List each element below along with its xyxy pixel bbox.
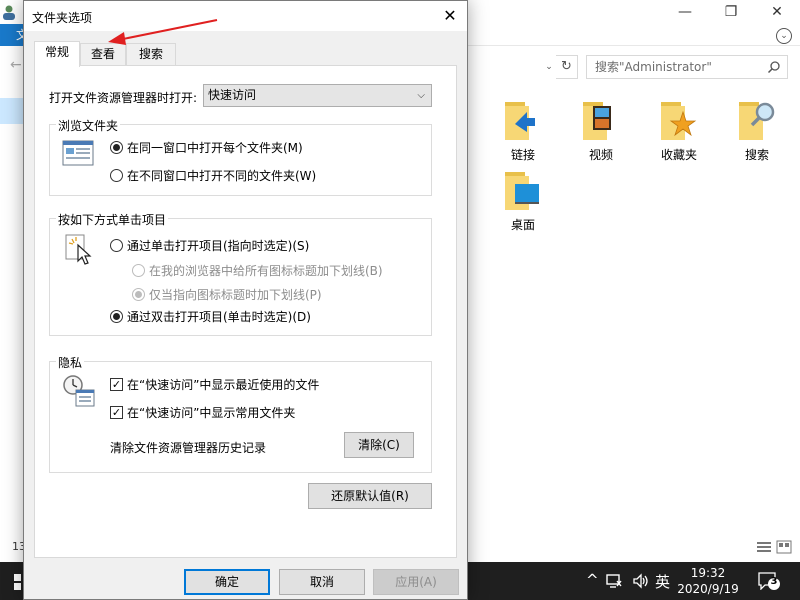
nav-pane-selected-item[interactable] [0,98,24,124]
user-folder-icon [3,5,15,20]
privacy-title: 隐私 [56,354,85,371]
checkbox-show-frequent-folders[interactable]: ✓ [110,406,123,419]
folder-links[interactable]: 链接 [488,96,558,163]
checkbox-show-recent-files[interactable]: ✓ [110,378,123,391]
show-recent-files-option[interactable]: ✓ 在“快速访问”中显示最近使用的文件 [110,376,319,393]
underline-hover-option: 仅当指向图标标题时加下划线(P) [132,286,322,303]
underline-all-option: 在我的浏览器中给所有图标标题加下划线(B) [132,262,383,279]
close-window-button[interactable]: ✕ [754,0,800,24]
links-folder-icon [505,102,535,140]
videos-folder-icon [583,102,611,140]
tab-view[interactable]: 查看 [80,43,126,65]
general-tab-panel: 打开文件资源管理器时打开: 快速访问 ⌵ 浏览文件夹 在同一窗口中打开每个文件夹… [34,65,457,558]
notification-count: 3 [770,576,778,587]
radio-double-click[interactable] [110,310,123,323]
searches-folder-icon [739,102,775,140]
action-center-button[interactable]: 3 [758,572,780,590]
privacy-clock-icon [63,375,95,407]
browse-folders-title: 浏览文件夹 [56,117,121,134]
dialog-title: 文件夹选项 [32,11,93,25]
maximize-button[interactable]: ❐ [708,0,754,24]
search-icon [767,61,780,74]
radio-single-click[interactable] [110,239,123,252]
click-items-group: 按如下方式单击项目 通过单击打开项目(指向时选定)(S) 在我的浏览器中给所有图… [49,211,432,336]
large-icons-view-icon[interactable] [776,540,792,554]
open-explorer-value: 快速访问 [208,88,257,102]
clear-history-label: 清除文件资源管理器历史记录 [110,441,267,455]
clear-history-button[interactable]: 清除(C) [344,432,414,458]
privacy-group: 隐私 ✓ 在“快速访问”中显示最近使用的文件 ✓ 在“快速访问”中显示常用文件夹… [49,354,432,473]
refresh-button[interactable]: ↻ [556,55,578,79]
back-arrow-icon[interactable]: ← [10,57,22,73]
single-click-option[interactable]: 通过单击打开项目(指向时选定)(S) [110,237,309,254]
folder-window-icon [62,140,94,166]
radio-underline-all [132,264,145,277]
tab-general[interactable]: 常规 [34,41,80,67]
details-view-icon[interactable] [756,540,772,554]
radio-open-new-window[interactable] [110,169,123,182]
show-hidden-icons-icon[interactable]: ^ [586,571,599,589]
folder-desktop[interactable]: 桌面 [488,166,558,233]
show-frequent-folders-option[interactable]: ✓ 在“快速访问”中显示常用文件夹 [110,404,295,421]
apply-button[interactable]: 应用(A) [373,569,459,595]
open-new-window-option[interactable]: 在不同窗口中打开不同的文件夹(W) [110,167,316,184]
folder-favorites[interactable]: 收藏夹 [644,96,714,163]
dialog-titlebar: 文件夹选项 ✕ [24,1,467,31]
pointer-hand-icon [65,234,92,265]
close-icon[interactable]: ✕ [439,5,461,27]
double-click-option[interactable]: 通过双击打开项目(单击时选定)(D) [110,308,311,325]
open-same-window-option[interactable]: 在同一窗口中打开每个文件夹(M) [110,139,303,156]
cancel-button[interactable]: 取消 [279,569,365,595]
minimize-button[interactable]: — [662,0,708,24]
network-icon[interactable] [606,573,622,589]
search-input[interactable]: 搜索"Administrator" [586,55,788,79]
open-explorer-label: 打开文件资源管理器时打开: [49,91,198,105]
chevron-down-icon: ⌵ [417,90,425,101]
volume-icon[interactable] [632,573,650,589]
file-tab[interactable]: 文 [0,24,24,46]
input-method-indicator[interactable]: 英 [655,571,670,592]
ribbon-expand-icon[interactable]: ⌄ [776,28,792,44]
tab-search[interactable]: 搜索 [126,43,176,65]
search-placeholder: 搜索"Administrator" [595,60,712,74]
radio-underline-hover [132,288,145,301]
open-explorer-select[interactable]: 快速访问 ⌵ [203,84,432,107]
radio-open-same-window[interactable] [110,141,123,154]
folder-videos[interactable]: 视频 [566,96,636,163]
clock-date: 2020/9/19 [677,582,739,596]
click-items-title: 按如下方式单击项目 [56,211,169,228]
folder-options-dialog: 文件夹选项 ✕ 常规 查看 搜索 打开文件资源管理器时打开: 快速访问 ⌵ 浏览… [23,0,468,600]
desktop-folder-icon [505,172,539,210]
clock-time: 19:32 [690,566,726,580]
system-clock[interactable]: 19:32 2020/9/19 [676,565,740,597]
favorites-folder-icon [661,102,697,140]
restore-defaults-button[interactable]: 还原默认值(R) [308,483,432,509]
ok-button[interactable]: 确定 [184,569,270,595]
browse-folders-group: 浏览文件夹 在同一窗口中打开每个文件夹(M) 在不同窗口中打开不同的文件夹(W) [49,117,432,196]
folder-searches[interactable]: 搜索 [722,96,792,163]
